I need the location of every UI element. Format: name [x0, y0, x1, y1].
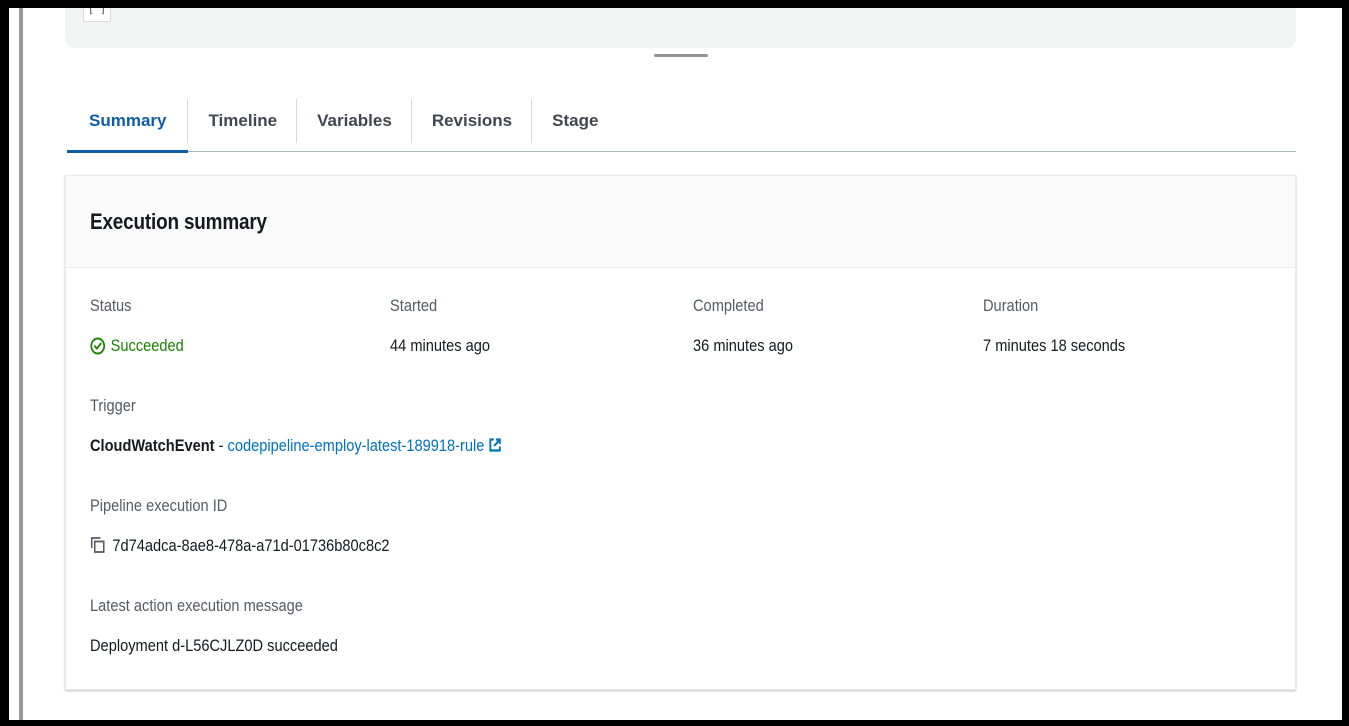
execution-id-field: Pipeline execution ID 7d74adca-8ae8-478a…: [90, 496, 990, 556]
expand-icon[interactable]: [ ]: [83, 8, 111, 22]
page-frame: [ ] Summary Timeline Variables Revisions…: [9, 8, 1342, 720]
status-field: Status Succeeded: [90, 296, 370, 356]
trigger-rule-link[interactable]: codepipeline-employ-latest-189918-rule: [228, 436, 485, 455]
message-label: Latest action execution message: [90, 596, 303, 615]
completed-label: Completed: [693, 296, 764, 315]
external-link-icon[interactable]: [488, 437, 502, 453]
duration-field: Duration 7 minutes 18 seconds: [983, 296, 1273, 356]
tab-revisions[interactable]: Revisions: [412, 90, 533, 151]
card-title: Execution summary: [90, 208, 267, 234]
tab-label: Variables: [317, 110, 392, 130]
trigger-separator: -: [214, 436, 228, 455]
execution-id-value: 7d74adca-8ae8-478a-a71d-01736b80c8c2: [90, 536, 390, 556]
top-panel: [ ]: [65, 8, 1296, 48]
trigger-source: CloudWatchEvent: [90, 436, 215, 455]
tab-timeline[interactable]: Timeline: [188, 90, 298, 151]
started-label: Started: [390, 296, 438, 315]
trigger-value: CloudWatchEvent - codepipeline-employ-la…: [90, 436, 502, 456]
execution-summary-card: Execution summary Status Succeeded Start…: [65, 175, 1296, 690]
message-field: Latest action execution message Deployme…: [90, 596, 990, 656]
trigger-label: Trigger: [90, 396, 136, 415]
status-text: Succeeded: [110, 336, 184, 355]
tab-variables[interactable]: Variables: [297, 90, 412, 151]
resize-handle[interactable]: [654, 54, 708, 57]
tab-stage[interactable]: Stage: [532, 90, 618, 151]
completed-field: Completed 36 minutes ago: [693, 296, 973, 356]
status-label: Status: [90, 296, 132, 315]
started-field: Started 44 minutes ago: [390, 296, 670, 356]
completed-value: 36 minutes ago: [693, 336, 793, 355]
execution-id-label: Pipeline execution ID: [90, 496, 228, 515]
copy-icon[interactable]: [90, 536, 105, 554]
execution-id-text: 7d74adca-8ae8-478a-a71d-01736b80c8c2: [112, 536, 390, 555]
tab-label: Timeline: [208, 110, 278, 130]
check-circle-icon: [90, 337, 106, 355]
duration-value: 7 minutes 18 seconds: [983, 336, 1126, 355]
tab-summary[interactable]: Summary: [67, 90, 189, 153]
tab-label: Summary: [89, 110, 167, 130]
card-header: Execution summary: [66, 176, 1295, 268]
status-value: Succeeded: [90, 336, 184, 356]
tab-label: Stage: [552, 110, 599, 130]
tab-bar: Summary Timeline Variables Revisions Sta…: [67, 90, 1296, 153]
started-value: 44 minutes ago: [390, 336, 490, 355]
tab-label: Revisions: [431, 110, 513, 130]
message-value: Deployment d-L56CJLZ0D succeeded: [90, 636, 338, 655]
duration-label: Duration: [983, 296, 1039, 315]
left-divider: [19, 8, 23, 720]
trigger-field: Trigger CloudWatchEvent - codepipeline-e…: [90, 396, 990, 456]
